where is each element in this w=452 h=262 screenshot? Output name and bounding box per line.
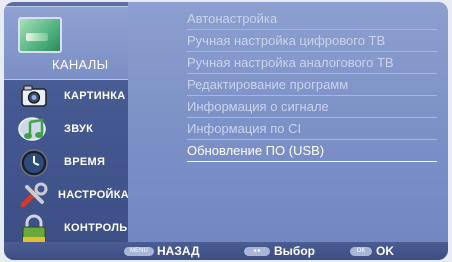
sidebar-item-label: КАРТИНКА [64, 90, 126, 102]
menu-item-signal-info[interactable]: Информация о сигнале [187, 97, 437, 118]
menu-item-program-edit[interactable]: Редактирование программ [187, 75, 437, 96]
sidebar-item-setup[interactable]: НАСТРОЙКА [4, 181, 130, 213]
sidebar-item-label: ЗВУК [64, 123, 94, 135]
sidebar: КАНАЛЫ КАРТИНКА ЗВУК ВРЕМЯ НАСТРОЙКА КОН… [4, 2, 130, 243]
sidebar-item-channels[interactable]: КАНАЛЫ [4, 6, 128, 80]
ok-label: OK [376, 244, 394, 258]
tv-screen: КАНАЛЫ КАРТИНКА ЗВУК ВРЕМЯ НАСТРОЙКА КОН… [4, 2, 448, 260]
menu-item-auto-tune[interactable]: Автонастройка [187, 9, 437, 30]
select-label: Выбор [274, 244, 315, 258]
ok-key-hint: OK [350, 247, 372, 256]
sidebar-item-label: ВРЕМЯ [64, 156, 106, 168]
clock-icon [20, 149, 48, 177]
lock-icon [22, 214, 46, 243]
sidebar-item-label: НАСТРОЙКА [58, 189, 130, 201]
menu-key-hint: MENU [124, 247, 154, 256]
footer-hints: MENU НАЗАД ◂ ▸ Выбор OK OK [4, 242, 448, 260]
channels-tv-icon [18, 17, 62, 53]
menu-item-ci-info[interactable]: Информация по CI [187, 119, 437, 140]
arrows-key-hint: ◂ ▸ [244, 247, 270, 256]
menu-item-software-update[interactable]: Обновление ПО (USB) [187, 141, 437, 162]
music-note-icon [18, 117, 46, 141]
menu-item-manual-digital[interactable]: Ручная настройка цифрового ТВ [187, 31, 437, 52]
sidebar-item-label: КОНТРОЛЬ [64, 222, 128, 234]
camera-icon [21, 85, 47, 107]
sidebar-item-sound[interactable]: ЗВУК [4, 115, 128, 147]
wrench-icon [20, 182, 48, 208]
sidebar-item-label: КАНАЛЫ [52, 57, 109, 72]
channels-submenu: Автонастройка Ручная настройка цифрового… [128, 2, 448, 242]
sidebar-item-time[interactable]: ВРЕМЯ [4, 148, 128, 180]
menu-item-manual-analog[interactable]: Ручная настройка аналогового ТВ [187, 53, 437, 74]
back-label: НАЗАД [157, 244, 200, 258]
sidebar-item-picture[interactable]: КАРТИНКА [4, 82, 128, 114]
